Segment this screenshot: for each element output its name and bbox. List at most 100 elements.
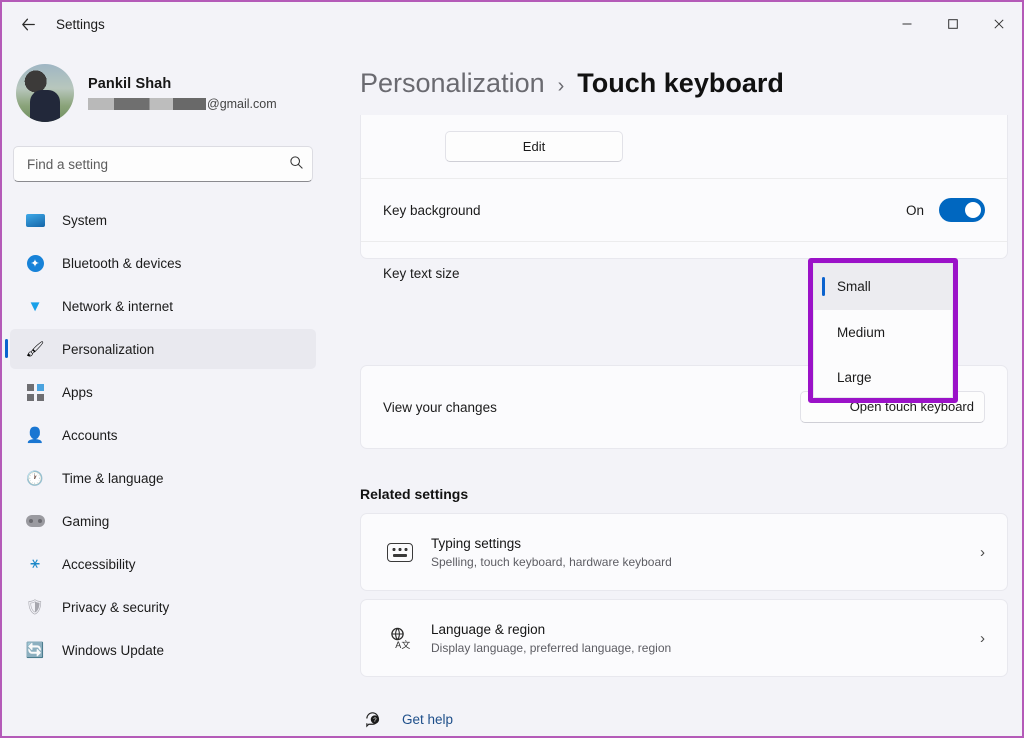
sidebar-item-bluetooth-devices[interactable]: ✦ Bluetooth & devices bbox=[10, 243, 316, 283]
globe-letter-glyph: A 文 bbox=[388, 626, 412, 650]
breadcrumb: Personalization › Touch keyboard bbox=[332, 46, 1022, 99]
account-email-suffix: @gmail.com bbox=[207, 97, 277, 111]
get-help-label: Get help bbox=[402, 712, 453, 727]
sidebar-item-network-internet[interactable]: ▼ Network & internet bbox=[10, 286, 316, 326]
key-background-toggle[interactable] bbox=[939, 198, 985, 222]
help-question-icon: ? bbox=[360, 710, 386, 729]
person-icon: 👤 bbox=[24, 424, 46, 446]
app-title: Settings bbox=[56, 17, 105, 32]
close-icon bbox=[993, 18, 1005, 30]
account-email: @gmail.com bbox=[88, 97, 277, 111]
magnifier-glyph bbox=[289, 155, 304, 170]
maximize-icon bbox=[947, 18, 959, 30]
refresh-circle-icon: 🔄 bbox=[24, 639, 46, 661]
sidebar-item-label: Gaming bbox=[62, 514, 109, 529]
sidebar-item-personalization[interactable]: 🖌 Personalization bbox=[10, 329, 316, 369]
sidebar-item-time-language[interactable]: 🕐 Time & language bbox=[10, 458, 316, 498]
redacted-email-bar bbox=[88, 98, 206, 110]
keyboard-settings-card: Edit Key background On Key text size bbox=[360, 115, 1008, 259]
key-text-size-label: Key text size bbox=[383, 266, 460, 281]
sidebar-item-label: Personalization bbox=[62, 342, 154, 357]
sidebar-item-gaming[interactable]: Gaming bbox=[10, 501, 316, 541]
back-button[interactable] bbox=[10, 8, 46, 40]
view-changes-label: View your changes bbox=[383, 400, 497, 415]
key-background-label: Key background bbox=[383, 203, 481, 218]
language-region-row: A 文 Language & region Display language, … bbox=[361, 600, 1007, 676]
link-subtitle: Display language, preferred language, re… bbox=[431, 641, 671, 655]
title-bar: Settings bbox=[2, 2, 1022, 46]
link-title: Language & region bbox=[431, 622, 671, 637]
toggle-knob bbox=[965, 202, 981, 218]
maximize-button[interactable] bbox=[930, 2, 976, 46]
search-wrapper bbox=[13, 146, 318, 182]
bluetooth-icon: ✦ bbox=[24, 252, 46, 274]
settings-window: Settings Pankil Shah bbox=[0, 0, 1024, 738]
key-background-state: On bbox=[906, 203, 924, 218]
chevron-right-icon: › bbox=[980, 630, 985, 647]
svg-text:?: ? bbox=[373, 717, 377, 724]
key-background-row: Key background On bbox=[361, 178, 1007, 241]
sidebar-item-accessibility[interactable]: ⚹ Accessibility bbox=[10, 544, 316, 584]
monitor-icon bbox=[24, 209, 46, 231]
sidebar-item-label: Time & language bbox=[62, 471, 164, 486]
sidebar-item-label: System bbox=[62, 213, 107, 228]
link-title: Typing settings bbox=[431, 536, 672, 551]
sidebar-item-privacy-security[interactable]: 🛡 Privacy & security bbox=[10, 587, 316, 627]
page-title: Touch keyboard bbox=[577, 68, 784, 99]
typing-settings-card[interactable]: Typing settings Spelling, touch keyboard… bbox=[360, 513, 1008, 591]
account-name: Pankil Shah bbox=[88, 76, 277, 92]
avatar bbox=[16, 64, 74, 122]
search-icon[interactable] bbox=[289, 155, 304, 175]
sidebar-item-label: Windows Update bbox=[62, 643, 164, 658]
sidebar-item-apps[interactable]: Apps bbox=[10, 372, 316, 412]
dropdown-option-large[interactable]: Large bbox=[814, 355, 952, 398]
apps-grid-icon bbox=[24, 381, 46, 403]
clock-globe-icon: 🕐 bbox=[24, 467, 46, 489]
keyboard-icon bbox=[383, 543, 417, 562]
sidebar-item-label: Network & internet bbox=[62, 299, 173, 314]
paintbrush-icon: 🖌 bbox=[24, 338, 46, 360]
related-settings-heading: Related settings bbox=[360, 486, 468, 502]
sidebar-item-accounts[interactable]: 👤 Accounts bbox=[10, 415, 316, 455]
back-arrow-icon bbox=[20, 16, 37, 33]
edit-button[interactable]: Edit bbox=[445, 131, 623, 162]
minimize-button[interactable] bbox=[884, 2, 930, 46]
typing-settings-row: Typing settings Spelling, touch keyboard… bbox=[361, 514, 1007, 590]
sidebar-item-windows-update[interactable]: 🔄 Windows Update bbox=[10, 630, 316, 670]
wifi-icon: ▼ bbox=[24, 295, 46, 317]
breadcrumb-parent[interactable]: Personalization bbox=[360, 68, 545, 99]
svg-text:文: 文 bbox=[401, 639, 410, 650]
edit-row: Edit bbox=[361, 115, 1007, 178]
svg-text:A: A bbox=[395, 640, 401, 650]
accessibility-person-icon: ⚹ bbox=[24, 553, 46, 575]
get-help-link[interactable]: ? Get help bbox=[360, 710, 453, 729]
key-text-size-highlight-box: Small Medium Large bbox=[808, 258, 958, 403]
help-bubble-glyph: ? bbox=[364, 710, 383, 729]
minimize-icon bbox=[901, 18, 913, 30]
close-button[interactable] bbox=[976, 2, 1022, 46]
breadcrumb-separator-icon: › bbox=[558, 75, 565, 98]
sidebar-item-label: Accessibility bbox=[62, 557, 136, 572]
account-block[interactable]: Pankil Shah @gmail.com bbox=[2, 46, 332, 122]
key-text-size-dropdown[interactable]: Small Medium Large bbox=[813, 263, 953, 398]
sidebar-item-system[interactable]: System bbox=[10, 200, 316, 240]
dropdown-option-small[interactable]: Small bbox=[814, 264, 952, 310]
language-region-card[interactable]: A 文 Language & region Display language, … bbox=[360, 599, 1008, 677]
search-input[interactable] bbox=[13, 146, 313, 182]
dropdown-option-medium[interactable]: Medium bbox=[814, 310, 952, 356]
sidebar-item-label: Bluetooth & devices bbox=[62, 256, 181, 271]
sidebar-item-label: Apps bbox=[62, 385, 93, 400]
sidebar-item-label: Privacy & security bbox=[62, 600, 169, 615]
sidebar-nav: System ✦ Bluetooth & devices ▼ Network &… bbox=[2, 200, 332, 670]
link-subtitle: Spelling, touch keyboard, hardware keybo… bbox=[431, 555, 672, 569]
language-region-text: Language & region Display language, pref… bbox=[431, 622, 671, 655]
chevron-right-icon: › bbox=[980, 544, 985, 561]
sidebar-item-label: Accounts bbox=[62, 428, 118, 443]
language-globe-icon: A 文 bbox=[383, 626, 417, 650]
gamepad-icon bbox=[24, 510, 46, 532]
account-text: Pankil Shah @gmail.com bbox=[88, 76, 277, 111]
shield-icon: 🛡 bbox=[24, 596, 46, 618]
sidebar: Pankil Shah @gmail.com System ✦ bbox=[2, 46, 332, 738]
window-controls bbox=[884, 2, 1022, 46]
typing-settings-text: Typing settings Spelling, touch keyboard… bbox=[431, 536, 672, 569]
